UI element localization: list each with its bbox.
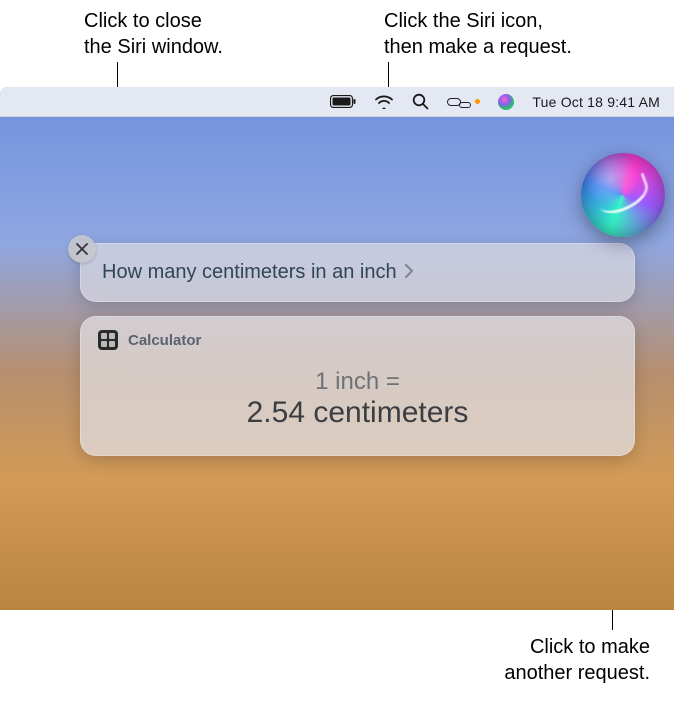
siri-panel: How many centimeters in an inch Calculat… <box>80 183 635 456</box>
annotation-close: Click to closethe Siri window. <box>84 8 304 60</box>
siri-query-text: How many centimeters in an inch <box>102 261 397 284</box>
menubar-clock[interactable]: Tue Oct 18 9:41 AM <box>532 94 660 110</box>
siri-menubar-icon[interactable] <box>498 94 514 110</box>
siri-orb-button[interactable] <box>581 153 665 237</box>
wifi-icon[interactable] <box>374 94 394 109</box>
chevron-right-icon <box>405 261 414 284</box>
close-icon <box>76 243 88 255</box>
result-source-label: Calculator <box>128 332 201 349</box>
result-line-2: 2.54 centimeters <box>98 396 617 430</box>
siri-result-card: Calculator 1 inch = 2.54 centimeters <box>80 316 635 456</box>
leader-line <box>388 62 389 89</box>
annotation-orb: Click to makeanother request. <box>380 634 650 686</box>
desktop: Tue Oct 18 9:41 AM How many centimeters … <box>0 87 674 610</box>
indicator-dot-icon <box>475 99 480 104</box>
result-body: 1 inch = 2.54 centimeters <box>98 368 617 430</box>
result-source: Calculator <box>98 330 617 350</box>
battery-icon[interactable] <box>330 95 356 108</box>
close-button[interactable] <box>68 235 96 263</box>
control-center-icon[interactable] <box>447 96 480 108</box>
annotation-siri-menubar: Click the Siri icon,then make a request. <box>384 8 664 60</box>
spotlight-icon[interactable] <box>412 93 429 110</box>
menubar: Tue Oct 18 9:41 AM <box>0 87 674 117</box>
siri-query-row[interactable]: How many centimeters in an inch <box>102 261 613 284</box>
siri-query-card: How many centimeters in an inch <box>80 243 635 302</box>
result-line-1: 1 inch = <box>98 368 617 396</box>
calculator-icon <box>98 330 118 350</box>
